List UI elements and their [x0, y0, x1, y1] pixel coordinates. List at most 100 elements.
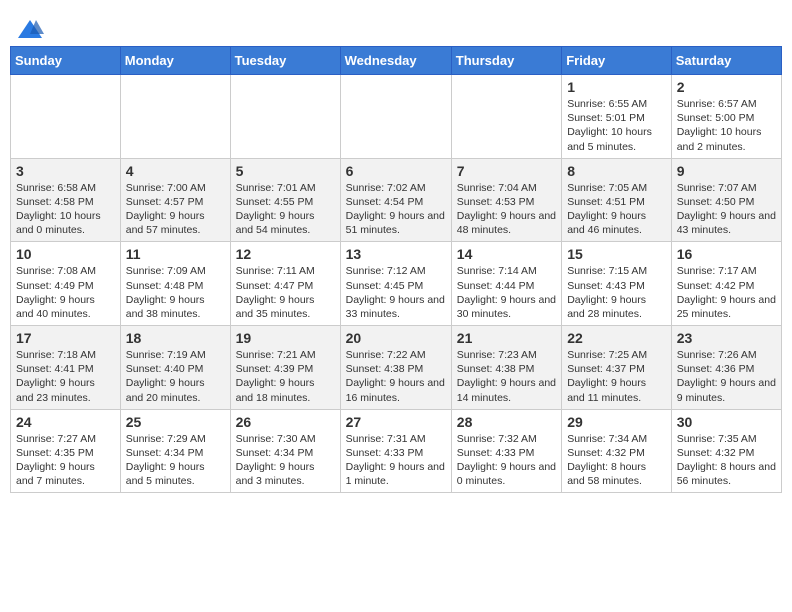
calendar-cell: 18 Sunrise: 7:19 AM Sunset: 4:40 PM Dayli…	[120, 326, 230, 410]
day-number: 24	[16, 414, 115, 430]
calendar-header-friday: Friday	[562, 47, 672, 75]
calendar-header-tuesday: Tuesday	[230, 47, 340, 75]
day-info: Sunrise: 7:05 AM Sunset: 4:51 PM Dayligh…	[567, 181, 666, 238]
day-info: Sunrise: 6:55 AM Sunset: 5:01 PM Dayligh…	[567, 97, 666, 154]
calendar-cell: 8 Sunrise: 7:05 AM Sunset: 4:51 PM Daylig…	[562, 158, 672, 242]
day-info: Sunrise: 7:08 AM Sunset: 4:49 PM Dayligh…	[16, 264, 115, 321]
day-info: Sunrise: 7:23 AM Sunset: 4:38 PM Dayligh…	[457, 348, 556, 405]
calendar-cell: 21 Sunrise: 7:23 AM Sunset: 4:38 PM Dayli…	[451, 326, 561, 410]
calendar-cell: 29 Sunrise: 7:34 AM Sunset: 4:32 PM Dayli…	[562, 409, 672, 493]
day-number: 5	[236, 163, 335, 179]
calendar-header-monday: Monday	[120, 47, 230, 75]
day-info: Sunrise: 7:21 AM Sunset: 4:39 PM Dayligh…	[236, 348, 335, 405]
day-number: 22	[567, 330, 666, 346]
calendar-cell: 30 Sunrise: 7:35 AM Sunset: 4:32 PM Dayli…	[671, 409, 781, 493]
day-info: Sunrise: 7:32 AM Sunset: 4:33 PM Dayligh…	[457, 432, 556, 489]
day-info: Sunrise: 7:31 AM Sunset: 4:33 PM Dayligh…	[346, 432, 446, 489]
day-number: 2	[677, 79, 776, 95]
day-number: 13	[346, 246, 446, 262]
day-info: Sunrise: 7:04 AM Sunset: 4:53 PM Dayligh…	[457, 181, 556, 238]
calendar-cell: 11 Sunrise: 7:09 AM Sunset: 4:48 PM Dayli…	[120, 242, 230, 326]
day-number: 6	[346, 163, 446, 179]
day-info: Sunrise: 7:11 AM Sunset: 4:47 PM Dayligh…	[236, 264, 335, 321]
calendar-header-row: SundayMondayTuesdayWednesdayThursdayFrid…	[11, 47, 782, 75]
day-number: 11	[126, 246, 225, 262]
day-number: 23	[677, 330, 776, 346]
day-number: 4	[126, 163, 225, 179]
day-info: Sunrise: 7:22 AM Sunset: 4:38 PM Dayligh…	[346, 348, 446, 405]
calendar-cell	[11, 75, 121, 159]
header	[10, 10, 782, 42]
day-number: 18	[126, 330, 225, 346]
calendar-cell: 1Sunrise: 6:55 AM Sunset: 5:01 PM Daylig…	[562, 75, 672, 159]
calendar-cell: 7Sunrise: 7:04 AM Sunset: 4:53 PM Daylig…	[451, 158, 561, 242]
day-info: Sunrise: 7:15 AM Sunset: 4:43 PM Dayligh…	[567, 264, 666, 321]
calendar-cell: 16 Sunrise: 7:17 AM Sunset: 4:42 PM Dayli…	[671, 242, 781, 326]
day-info: Sunrise: 7:30 AM Sunset: 4:34 PM Dayligh…	[236, 432, 335, 489]
day-number: 20	[346, 330, 446, 346]
calendar-header-saturday: Saturday	[671, 47, 781, 75]
calendar: SundayMondayTuesdayWednesdayThursdayFrid…	[10, 46, 782, 493]
day-info: Sunrise: 7:19 AM Sunset: 4:40 PM Dayligh…	[126, 348, 225, 405]
day-number: 16	[677, 246, 776, 262]
calendar-cell: 14 Sunrise: 7:14 AM Sunset: 4:44 PM Dayli…	[451, 242, 561, 326]
calendar-cell: 17 Sunrise: 7:18 AM Sunset: 4:41 PM Dayli…	[11, 326, 121, 410]
calendar-week-1: 3Sunrise: 6:58 AM Sunset: 4:58 PM Daylig…	[11, 158, 782, 242]
calendar-cell: 15Sunrise: 7:15 AM Sunset: 4:43 PM Dayli…	[562, 242, 672, 326]
day-number: 10	[16, 246, 115, 262]
calendar-body: 1Sunrise: 6:55 AM Sunset: 5:01 PM Daylig…	[11, 75, 782, 493]
day-info: Sunrise: 7:26 AM Sunset: 4:36 PM Dayligh…	[677, 348, 776, 405]
calendar-cell	[451, 75, 561, 159]
day-number: 12	[236, 246, 335, 262]
day-info: Sunrise: 7:00 AM Sunset: 4:57 PM Dayligh…	[126, 181, 225, 238]
day-info: Sunrise: 7:25 AM Sunset: 4:37 PM Dayligh…	[567, 348, 666, 405]
day-info: Sunrise: 7:07 AM Sunset: 4:50 PM Dayligh…	[677, 181, 776, 238]
calendar-cell: 3Sunrise: 6:58 AM Sunset: 4:58 PM Daylig…	[11, 158, 121, 242]
calendar-cell: 28 Sunrise: 7:32 AM Sunset: 4:33 PM Dayli…	[451, 409, 561, 493]
day-info: Sunrise: 6:58 AM Sunset: 4:58 PM Dayligh…	[16, 181, 115, 238]
calendar-cell	[230, 75, 340, 159]
day-info: Sunrise: 7:29 AM Sunset: 4:34 PM Dayligh…	[126, 432, 225, 489]
day-info: Sunrise: 7:17 AM Sunset: 4:42 PM Dayligh…	[677, 264, 776, 321]
calendar-week-0: 1Sunrise: 6:55 AM Sunset: 5:01 PM Daylig…	[11, 75, 782, 159]
calendar-cell: 19 Sunrise: 7:21 AM Sunset: 4:39 PM Dayli…	[230, 326, 340, 410]
day-info: Sunrise: 7:14 AM Sunset: 4:44 PM Dayligh…	[457, 264, 556, 321]
calendar-header-sunday: Sunday	[11, 47, 121, 75]
day-number: 30	[677, 414, 776, 430]
calendar-cell: 20 Sunrise: 7:22 AM Sunset: 4:38 PM Dayli…	[340, 326, 451, 410]
day-number: 19	[236, 330, 335, 346]
calendar-cell: 12 Sunrise: 7:11 AM Sunset: 4:47 PM Dayli…	[230, 242, 340, 326]
logo-icon	[16, 16, 44, 44]
day-info: Sunrise: 7:34 AM Sunset: 4:32 PM Dayligh…	[567, 432, 666, 489]
day-number: 29	[567, 414, 666, 430]
calendar-cell: 25 Sunrise: 7:29 AM Sunset: 4:34 PM Dayli…	[120, 409, 230, 493]
calendar-week-4: 24 Sunrise: 7:27 AM Sunset: 4:35 PM Dayli…	[11, 409, 782, 493]
day-number: 25	[126, 414, 225, 430]
calendar-cell: 9 Sunrise: 7:07 AM Sunset: 4:50 PM Daylig…	[671, 158, 781, 242]
day-info: Sunrise: 6:57 AM Sunset: 5:00 PM Dayligh…	[677, 97, 776, 154]
day-number: 28	[457, 414, 556, 430]
day-info: Sunrise: 7:12 AM Sunset: 4:45 PM Dayligh…	[346, 264, 446, 321]
calendar-cell	[120, 75, 230, 159]
day-info: Sunrise: 7:35 AM Sunset: 4:32 PM Dayligh…	[677, 432, 776, 489]
calendar-cell: 27 Sunrise: 7:31 AM Sunset: 4:33 PM Dayli…	[340, 409, 451, 493]
calendar-header-thursday: Thursday	[451, 47, 561, 75]
day-info: Sunrise: 7:02 AM Sunset: 4:54 PM Dayligh…	[346, 181, 446, 238]
day-info: Sunrise: 7:18 AM Sunset: 4:41 PM Dayligh…	[16, 348, 115, 405]
calendar-cell: 5 Sunrise: 7:01 AM Sunset: 4:55 PM Daylig…	[230, 158, 340, 242]
logo	[14, 16, 44, 36]
day-number: 14	[457, 246, 556, 262]
calendar-week-2: 10 Sunrise: 7:08 AM Sunset: 4:49 PM Dayli…	[11, 242, 782, 326]
calendar-cell: 4 Sunrise: 7:00 AM Sunset: 4:57 PM Daylig…	[120, 158, 230, 242]
day-info: Sunrise: 7:01 AM Sunset: 4:55 PM Dayligh…	[236, 181, 335, 238]
day-number: 27	[346, 414, 446, 430]
day-number: 17	[16, 330, 115, 346]
day-number: 9	[677, 163, 776, 179]
day-info: Sunrise: 7:27 AM Sunset: 4:35 PM Dayligh…	[16, 432, 115, 489]
day-number: 8	[567, 163, 666, 179]
day-number: 21	[457, 330, 556, 346]
day-info: Sunrise: 7:09 AM Sunset: 4:48 PM Dayligh…	[126, 264, 225, 321]
calendar-cell: 10 Sunrise: 7:08 AM Sunset: 4:49 PM Dayli…	[11, 242, 121, 326]
calendar-header-wednesday: Wednesday	[340, 47, 451, 75]
calendar-cell: 26Sunrise: 7:30 AM Sunset: 4:34 PM Dayli…	[230, 409, 340, 493]
